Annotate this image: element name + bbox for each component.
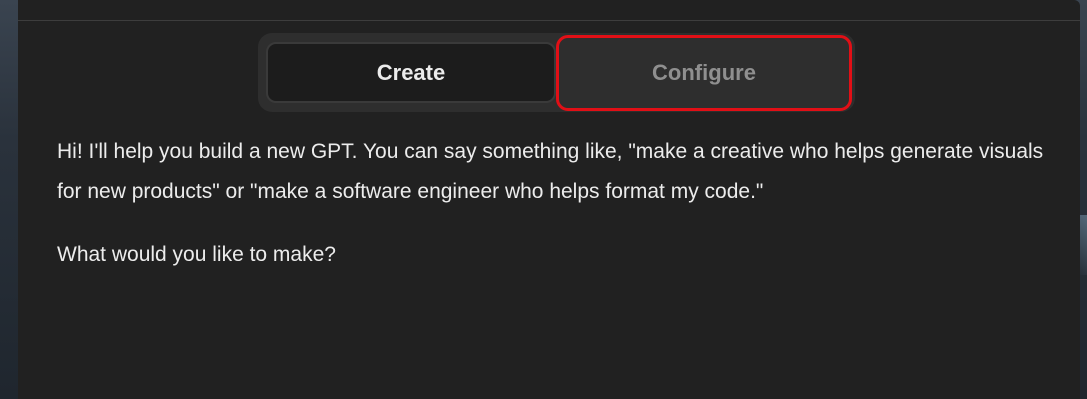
mode-tab-switcher: Create Configure bbox=[258, 33, 855, 112]
tab-create[interactable]: Create bbox=[266, 42, 556, 103]
tab-configure[interactable]: Configure bbox=[556, 35, 852, 111]
assistant-question-text: What would you like to make? bbox=[57, 243, 336, 266]
assistant-message: Hi! I'll help you build a new GPT. You c… bbox=[57, 132, 1067, 275]
assistant-intro-text: Hi! I'll help you build a new GPT. You c… bbox=[57, 140, 1044, 203]
top-divider bbox=[18, 20, 1080, 21]
